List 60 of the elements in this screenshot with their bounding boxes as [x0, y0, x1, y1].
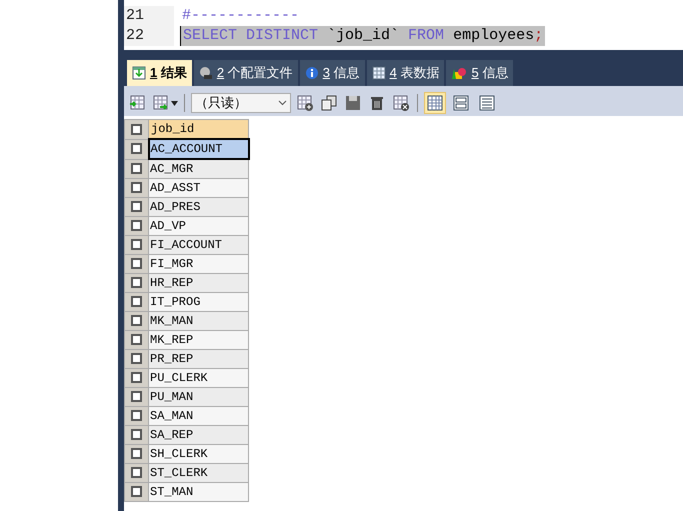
table-cell[interactable]: AD_ASST [148, 178, 248, 198]
row-checkbox[interactable] [131, 201, 142, 212]
code-line: #------------ [181, 6, 300, 26]
table-cell[interactable]: PU_CLERK [148, 368, 248, 388]
table-cell[interactable]: SH_CLERK [148, 444, 248, 464]
table-cell[interactable]: AC_MGR [148, 159, 248, 178]
table-cell[interactable]: ST_CLERK [148, 464, 248, 482]
table-cell[interactable]: FI_ACCOUNT [148, 236, 248, 254]
table-cell[interactable]: IT_PROG [148, 292, 248, 312]
line-number: 22 [124, 26, 174, 46]
info-icon [304, 66, 319, 80]
table-cell[interactable]: MK_MAN [148, 312, 248, 330]
save-icon[interactable] [343, 93, 363, 113]
row-checkbox[interactable] [131, 296, 142, 308]
table-cell[interactable]: AD_PRES [148, 198, 248, 216]
chevron-down-icon [278, 100, 287, 106]
row-checkbox[interactable] [130, 143, 142, 154]
row-checkbox[interactable] [131, 258, 142, 270]
caret-icon [171, 100, 178, 106]
row-checkbox[interactable] [131, 277, 142, 288]
column-header[interactable]: job_id [148, 120, 248, 139]
shapes-icon [451, 66, 468, 80]
add-row-icon[interactable] [295, 93, 315, 113]
table-cell[interactable]: HR_REP [148, 274, 248, 292]
result-tab[interactable]: 1 结果 [127, 60, 192, 86]
table-cell[interactable]: PU_MAN [148, 388, 248, 406]
select-all-checkbox[interactable] [131, 124, 142, 135]
row-checkbox[interactable] [131, 429, 142, 440]
row-checkbox[interactable] [131, 220, 142, 232]
delete-grid-icon[interactable] [391, 93, 411, 113]
row-checkbox[interactable] [131, 372, 142, 384]
grid-view-button[interactable] [424, 92, 446, 114]
row-checkbox[interactable] [131, 486, 142, 498]
row-checkbox[interactable] [131, 163, 142, 174]
copy-icon[interactable] [319, 93, 339, 113]
result-tab[interactable]: 3 信息 [300, 60, 365, 86]
result-tab[interactable]: 2 个配置文件 [194, 60, 298, 86]
table-cell[interactable]: AC_ACCOUNT [148, 139, 248, 159]
table-cell[interactable]: FI_MGR [148, 254, 248, 274]
row-checkbox[interactable] [131, 239, 142, 250]
row-checkbox[interactable] [131, 410, 142, 422]
mode-select[interactable]: （只读） [191, 93, 291, 113]
result-tab[interactable]: 5 信息 [446, 60, 514, 86]
row-checkbox[interactable] [131, 182, 142, 194]
row-checkbox[interactable] [131, 334, 142, 346]
row-checkbox[interactable] [131, 448, 142, 460]
table-icon [372, 66, 386, 80]
table-cell[interactable]: AD_VP [148, 216, 248, 236]
row-checkbox[interactable] [131, 353, 142, 364]
row-checkbox[interactable] [131, 315, 142, 326]
row-checkbox[interactable] [131, 467, 142, 478]
table-cell[interactable]: SA_MAN [148, 406, 248, 426]
table-cell[interactable]: PR_REP [148, 350, 248, 368]
line-number: 21 [124, 6, 174, 26]
grid-icon [132, 66, 146, 80]
result-tab[interactable]: 4 表数据 [366, 60, 444, 86]
row-checkbox[interactable] [131, 391, 142, 402]
table-cell[interactable]: SA_REP [148, 426, 248, 444]
table-cell[interactable]: ST_MAN [148, 482, 248, 502]
table-cell[interactable]: MK_REP [148, 330, 248, 350]
